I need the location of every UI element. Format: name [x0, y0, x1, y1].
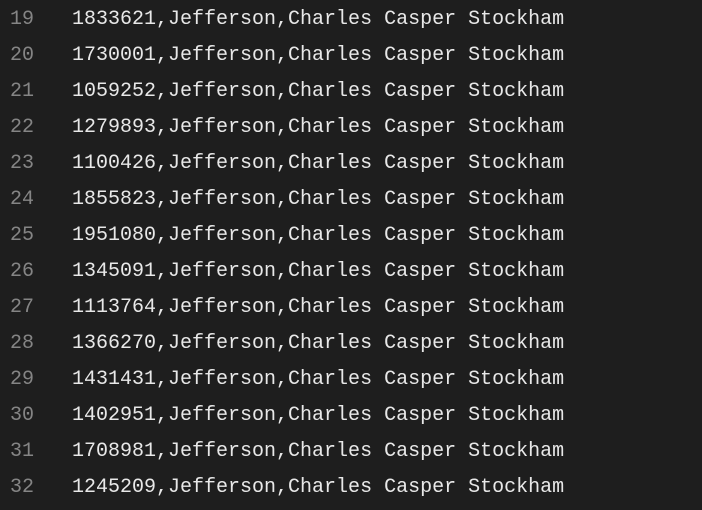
code-line[interactable]: 1366270,Jefferson,Charles Casper Stockha… [72, 326, 702, 362]
line-number: 29 [0, 362, 52, 398]
code-content-area[interactable]: 1833621,Jefferson,Charles Casper Stockha… [52, 0, 702, 510]
code-line[interactable]: 1113764,Jefferson,Charles Casper Stockha… [72, 290, 702, 326]
code-line[interactable]: 1245209,Jefferson,Charles Casper Stockha… [72, 470, 702, 506]
line-number: 22 [0, 110, 52, 146]
code-line[interactable]: 1431431,Jefferson,Charles Casper Stockha… [72, 362, 702, 398]
code-line[interactable]: 1279893,Jefferson,Charles Casper Stockha… [72, 110, 702, 146]
line-number: 28 [0, 326, 52, 362]
line-number: 25 [0, 218, 52, 254]
line-number: 27 [0, 290, 52, 326]
code-line[interactable]: 1708981,Jefferson,Charles Casper Stockha… [72, 434, 702, 470]
code-line[interactable]: 1059252,Jefferson,Charles Casper Stockha… [72, 74, 702, 110]
code-line[interactable]: 1100426,Jefferson,Charles Casper Stockha… [72, 146, 702, 182]
line-number-gutter: 19 20 21 22 23 24 25 26 27 28 29 30 31 3… [0, 0, 52, 510]
line-number: 31 [0, 434, 52, 470]
code-line[interactable]: 1951080,Jefferson,Charles Casper Stockha… [72, 218, 702, 254]
code-editor: 19 20 21 22 23 24 25 26 27 28 29 30 31 3… [0, 0, 702, 510]
line-number: 26 [0, 254, 52, 290]
code-line[interactable]: 1730001,Jefferson,Charles Casper Stockha… [72, 38, 702, 74]
line-number: 20 [0, 38, 52, 74]
code-line[interactable]: 1402951,Jefferson,Charles Casper Stockha… [72, 398, 702, 434]
line-number: 32 [0, 470, 52, 506]
line-number: 19 [0, 2, 52, 38]
line-number: 24 [0, 182, 52, 218]
code-line[interactable]: 1855823,Jefferson,Charles Casper Stockha… [72, 182, 702, 218]
line-number: 21 [0, 74, 52, 110]
line-number: 23 [0, 146, 52, 182]
code-line[interactable]: 1833621,Jefferson,Charles Casper Stockha… [72, 2, 702, 38]
code-line[interactable]: 1345091,Jefferson,Charles Casper Stockha… [72, 254, 702, 290]
line-number: 30 [0, 398, 52, 434]
